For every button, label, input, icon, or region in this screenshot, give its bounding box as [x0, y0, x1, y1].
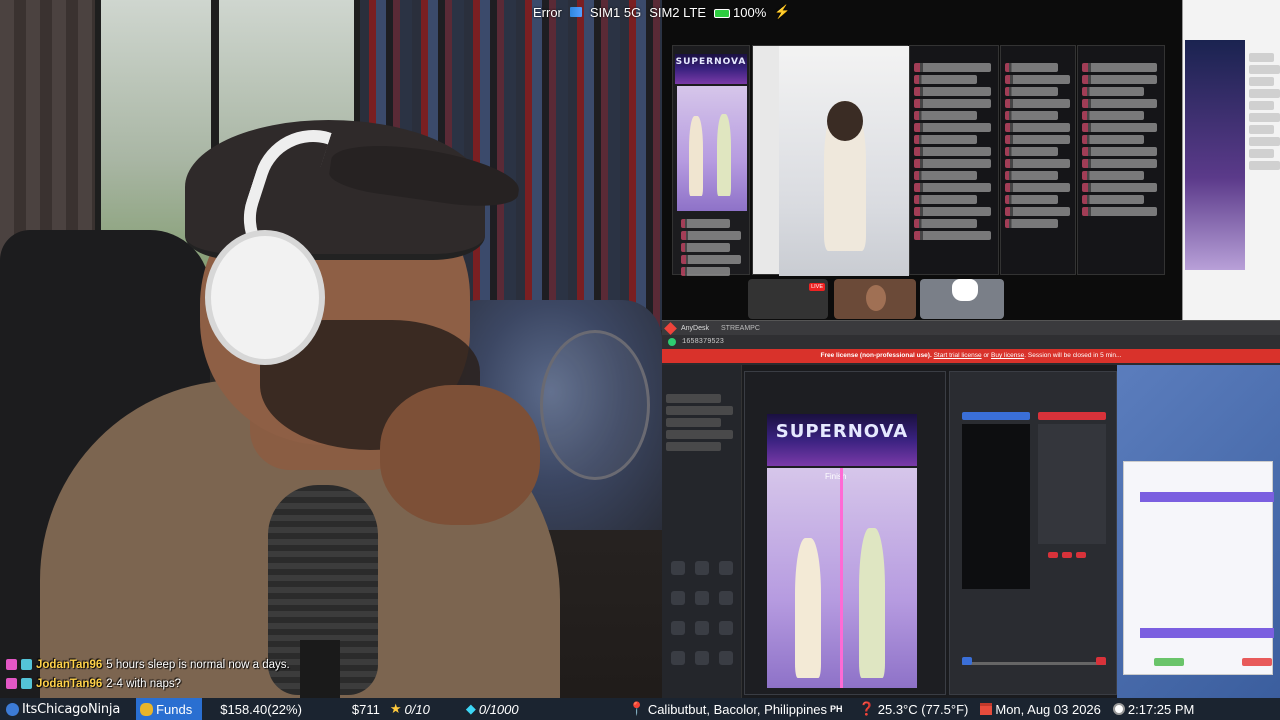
banner-title: SUPERNOVA: [675, 57, 747, 67]
gem-icon: ◆: [465, 701, 476, 716]
funds-value: $158.40(22%): [220, 701, 302, 717]
anydesk-address-bar[interactable]: 1658379523: [662, 335, 1280, 349]
money-bag-icon: [140, 702, 154, 716]
anydesk-address: 1658379523: [682, 338, 725, 346]
pushpin-icon: 📍: [628, 701, 645, 716]
weather-icon: ❓: [858, 701, 875, 716]
buy-license-link[interactable]: Buy license: [991, 352, 1024, 359]
license-banner: Free license (non-professional use). Sta…: [662, 349, 1280, 363]
tab-streampc[interactable]: STREAMPC: [715, 325, 766, 332]
stream-controls-panel: [949, 371, 1117, 695]
obs-sidebar: [662, 365, 742, 699]
stream-ticker: ItsChicagoNinja Funds $158.40(22%) $711 …: [0, 698, 1280, 720]
streamer-name: ItsChicagoNinja: [22, 701, 121, 717]
battery-icon: [714, 8, 731, 18]
finish-label: Finish: [825, 472, 847, 481]
browser-viewers-panel: [1182, 0, 1280, 320]
webcam-thumb: [834, 279, 916, 319]
stream-frame: SUPERNOVA LIVE Error SIM1 5G SIM2 LTE 10…: [0, 0, 1280, 720]
chat-message: JodanTan96 5 hours sleep is normal now a…: [6, 655, 290, 674]
funds-label: Funds: [156, 701, 193, 717]
globe-icon: [6, 702, 19, 716]
sub-badge-icon: [6, 659, 17, 670]
calendar-icon: [980, 703, 993, 715]
sim1-status: SIM1 5G: [589, 4, 642, 20]
preview-tile: LIVE: [748, 279, 828, 319]
stars-progress: 0/10: [404, 701, 430, 717]
country-code: PH: [830, 704, 843, 714]
connection-status-icon: [668, 338, 676, 346]
discord-icon: [952, 279, 978, 301]
gems-progress: 0/1000: [478, 701, 519, 717]
signal-icon: [569, 7, 582, 17]
video-call-panel: [752, 45, 909, 276]
clock-icon: [1112, 703, 1125, 715]
live-badge: LIVE: [809, 283, 825, 291]
chat-panel-mid: [1000, 45, 1076, 275]
star-icon: ★: [389, 701, 402, 716]
chat-text: 5 hours sleep is normal now a days.: [106, 658, 290, 671]
sub-badge-icon: [6, 678, 17, 689]
chat-panel-left: [909, 45, 999, 275]
time-text: 2:17:25 PM: [1127, 701, 1195, 717]
phone-status-bar: Error SIM1 5G SIM2 LTE 100% ⚡: [533, 4, 790, 20]
anydesk-app-name: AnyDesk: [681, 324, 710, 332]
start-trial-link[interactable]: Start trial license: [934, 352, 982, 359]
obs-preview: SUPERNOVA Finish: [744, 371, 946, 695]
chat-username: JodanTan96: [36, 677, 103, 690]
chat-text: 2-4 with naps?: [106, 677, 182, 690]
webcam-feed: [0, 0, 662, 720]
chat-panel-right: [1077, 45, 1165, 275]
streamer-hand: [380, 385, 540, 525]
remote-desktop-view[interactable]: SUPERNOVA Finish: [662, 365, 1280, 699]
headphones: [205, 230, 325, 365]
preview-dancers: Finish: [767, 468, 917, 688]
remote-desktop-bg: [1117, 365, 1280, 699]
phone-app-panel: SUPERNOVA: [672, 45, 750, 276]
fan: [540, 330, 650, 480]
lightning-icon: ⚡: [774, 4, 791, 19]
location-text: Calibutbut, Bacolor, Philippines: [647, 701, 828, 717]
temperature: 25.3°C (77.5°F): [877, 701, 969, 717]
network-error: Error: [533, 4, 562, 20]
chat-overlay: JodanTan96 5 hours sleep is normal now a…: [6, 655, 290, 693]
amount-value: $711: [351, 701, 380, 717]
battery-level: 100%: [733, 4, 767, 20]
date-text: Mon, Aug 03 2026: [995, 701, 1101, 717]
anydesk-logo-icon: [664, 321, 677, 335]
sim2-status: SIM2 LTE: [649, 4, 707, 20]
mod-badge-icon: [21, 678, 32, 689]
chat-username: JodanTan96: [36, 658, 103, 671]
mod-badge-icon: [21, 659, 32, 670]
anydesk-titlebar: AnyDesk STREAMPC: [662, 321, 1280, 335]
preview-banner-title: SUPERNOVA: [775, 421, 909, 442]
anydesk-window: AnyDesk STREAMPC 1658379523 Free license…: [662, 320, 1280, 699]
chat-message: JodanTan96 2-4 with naps?: [6, 674, 290, 693]
screen-capture-top: SUPERNOVA LIVE: [662, 0, 1182, 320]
